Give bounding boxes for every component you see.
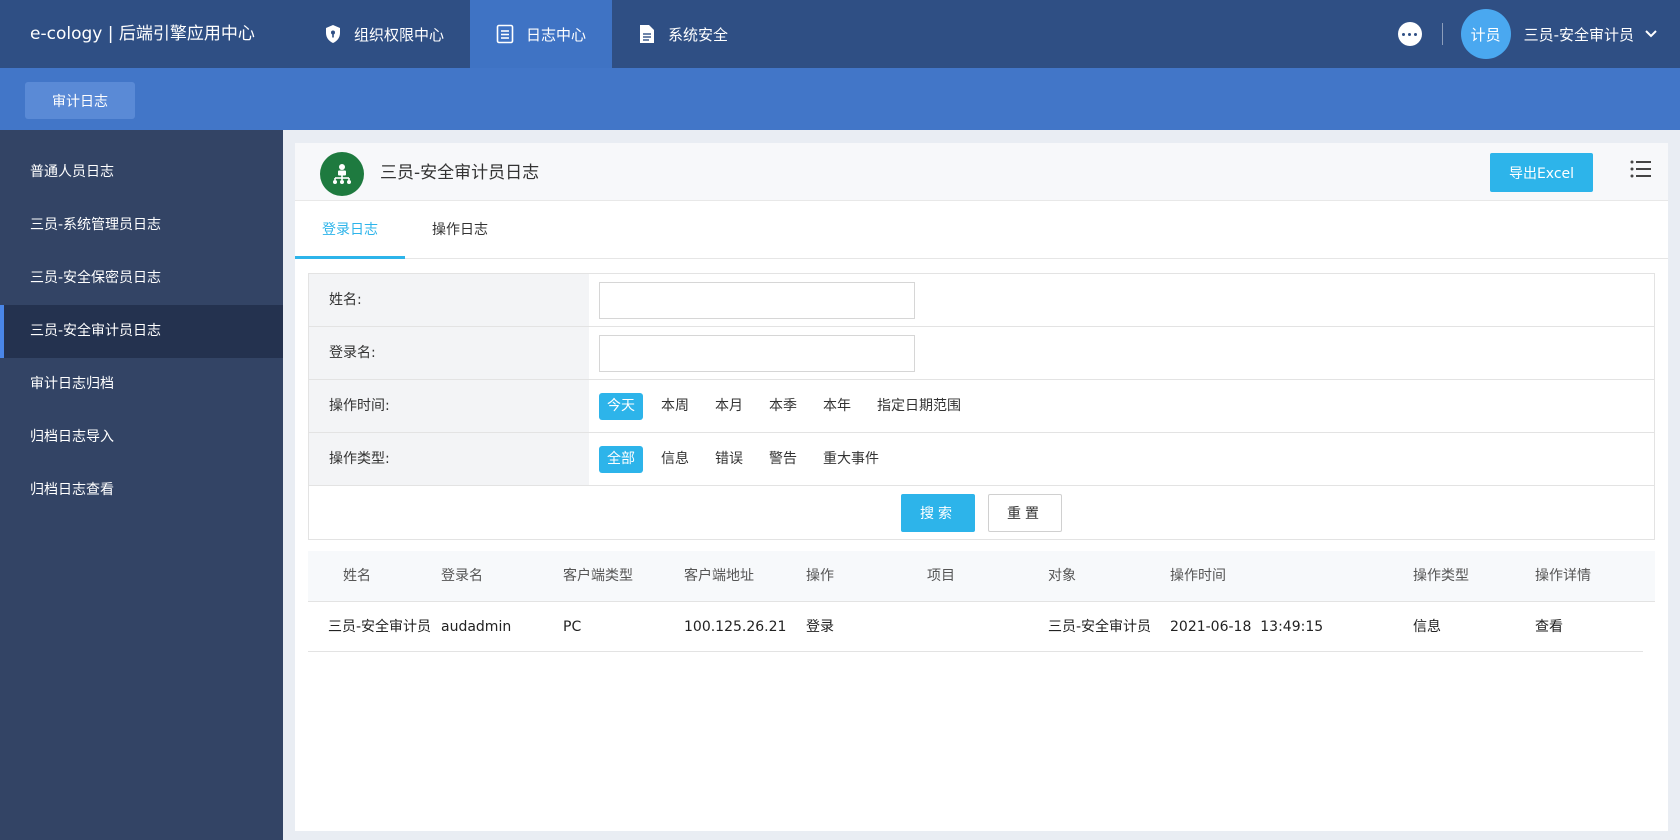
shield-icon <box>326 25 340 43</box>
more-icon[interactable] <box>1397 22 1422 46</box>
list-menu-icon[interactable] <box>1630 159 1652 179</box>
top-nav-org-permissions[interactable]: 组织权限中心 <box>298 0 470 68</box>
type-option-info[interactable]: 信息 <box>653 446 697 473</box>
sidebar-item-archive-import[interactable]: 归档日志导入 <box>0 411 283 464</box>
user-area: 计员 三员-安全审计员 <box>1397 0 1680 68</box>
divider <box>1441 23 1443 45</box>
search-button[interactable]: 搜索 <box>901 493 975 532</box>
log-tabs: 登录日志 操作日志 <box>295 201 1668 259</box>
cell-operation: 登录 <box>806 619 834 635</box>
operation-type-label: 操作类型: <box>309 433 589 485</box>
view-details-link[interactable]: 查看 <box>1535 602 1563 652</box>
type-option-error[interactable]: 错误 <box>707 446 751 473</box>
top-nav-label: 日志中心 <box>526 25 587 44</box>
top-nav: 组织权限中心 日志中心 系统安全 <box>298 0 754 68</box>
column-header[interactable]: 客户端地址 <box>684 551 754 602</box>
column-header[interactable]: 操作 <box>806 551 834 602</box>
tab-audit-log[interactable]: 审计日志 <box>25 82 135 119</box>
app-brand[interactable]: e-cology | 后端引擎应用中心 <box>30 0 255 68</box>
org-chart-icon <box>320 152 364 196</box>
time-option-date-range[interactable]: 指定日期范围 <box>869 393 969 420</box>
name-input[interactable] <box>599 281 915 319</box>
name-label: 姓名: <box>309 274 589 326</box>
user-name[interactable]: 三员-安全审计员 <box>1524 24 1634 45</box>
sidebar-item-secadmin-log[interactable]: 三员-安全保密员日志 <box>0 252 283 305</box>
log-table: 姓名 登录名 客户端类型 客户端地址 操作 项目 对象 操作时间 操作类型 操作… <box>308 551 1655 652</box>
column-header[interactable]: 对象 <box>1048 551 1076 602</box>
type-option-all[interactable]: 全部 <box>599 445 643 473</box>
sidebar: 普通人员日志 三员-系统管理员日志 三员-安全保密员日志 三员-安全审计员日志 … <box>0 130 283 840</box>
column-header[interactable]: 登录名 <box>441 551 483 602</box>
column-header[interactable]: 客户端类型 <box>563 551 633 602</box>
tab-operation-log[interactable]: 操作日志 <box>415 201 505 259</box>
avatar[interactable]: 计员 <box>1460 9 1511 59</box>
column-header[interactable]: 姓名 <box>343 551 371 602</box>
time-option-month[interactable]: 本月 <box>707 393 751 420</box>
time-option-quarter[interactable]: 本季 <box>761 393 805 420</box>
cell-client-address: 100.125.26.21 <box>684 619 787 635</box>
main-panel: 三员-安全审计员日志 导出Excel 登录日志 操作日志 姓名: 登录名: 操作… <box>295 143 1668 831</box>
tab-login-log[interactable]: 登录日志 <box>295 201 405 259</box>
type-option-major-event[interactable]: 重大事件 <box>815 446 887 473</box>
time-option-today[interactable]: 今天 <box>599 392 643 420</box>
cell-operation-type: 信息 <box>1413 619 1441 635</box>
cell-name: 三员-安全审计员 <box>328 619 432 635</box>
sidebar-item-sysadmin-log[interactable]: 三员-系统管理员日志 <box>0 199 283 252</box>
export-excel-button[interactable]: 导出Excel <box>1490 153 1593 192</box>
time-option-year[interactable]: 本年 <box>815 393 859 420</box>
search-form: 姓名: 登录名: 操作时间: 今天 本周 本月 本季 本年 指定日期范围 操作类… <box>308 273 1655 540</box>
column-header[interactable]: 操作详情 <box>1535 551 1591 602</box>
column-header[interactable]: 操作时间 <box>1170 551 1226 602</box>
panel-header: 三员-安全审计员日志 导出Excel <box>295 143 1668 201</box>
operation-time-label: 操作时间: <box>309 380 589 432</box>
top-nav-log-center[interactable]: 日志中心 <box>470 0 613 68</box>
column-header[interactable]: 项目 <box>927 551 955 602</box>
sidebar-item-regular-staff-log[interactable]: 普通人员日志 <box>0 146 283 199</box>
page-title: 三员-安全审计员日志 <box>380 163 540 183</box>
document-list-icon <box>496 24 514 44</box>
cell-client-type: PC <box>563 619 582 635</box>
top-nav-label: 系统安全 <box>668 25 729 44</box>
top-nav-label: 组织权限中心 <box>354 25 445 44</box>
top-nav-system-security[interactable]: 系统安全 <box>612 0 754 68</box>
file-icon <box>640 25 655 43</box>
chevron-down-icon[interactable] <box>1644 29 1658 39</box>
reset-button[interactable]: 重置 <box>988 493 1062 532</box>
sidebar-item-audit-archive[interactable]: 审计日志归档 <box>0 358 283 411</box>
type-option-warning[interactable]: 警告 <box>761 446 805 473</box>
top-bar: e-cology | 后端引擎应用中心 组织权限中心 日志中心 系统安全 计员 … <box>0 0 1680 68</box>
column-header[interactable]: 操作类型 <box>1413 551 1469 602</box>
sub-bar: 审计日志 <box>0 68 1680 130</box>
cell-login-name: audadmin <box>441 619 512 635</box>
sidebar-item-auditor-log[interactable]: 三员-安全审计员日志 <box>0 305 283 358</box>
table-row[interactable]: 三员-安全审计员 audadmin PC 100.125.26.21 登录 三员… <box>308 602 1643 652</box>
cell-object: 三员-安全审计员 <box>1048 619 1152 635</box>
table-header: 姓名 登录名 客户端类型 客户端地址 操作 项目 对象 操作时间 操作类型 操作… <box>308 551 1655 602</box>
login-name-label: 登录名: <box>309 327 589 379</box>
cell-operation-time: 2021-06-18 13:49:15 <box>1170 619 1324 635</box>
sidebar-item-archive-view[interactable]: 归档日志查看 <box>0 464 283 517</box>
time-option-week[interactable]: 本周 <box>653 393 697 420</box>
login-name-input[interactable] <box>599 334 915 372</box>
